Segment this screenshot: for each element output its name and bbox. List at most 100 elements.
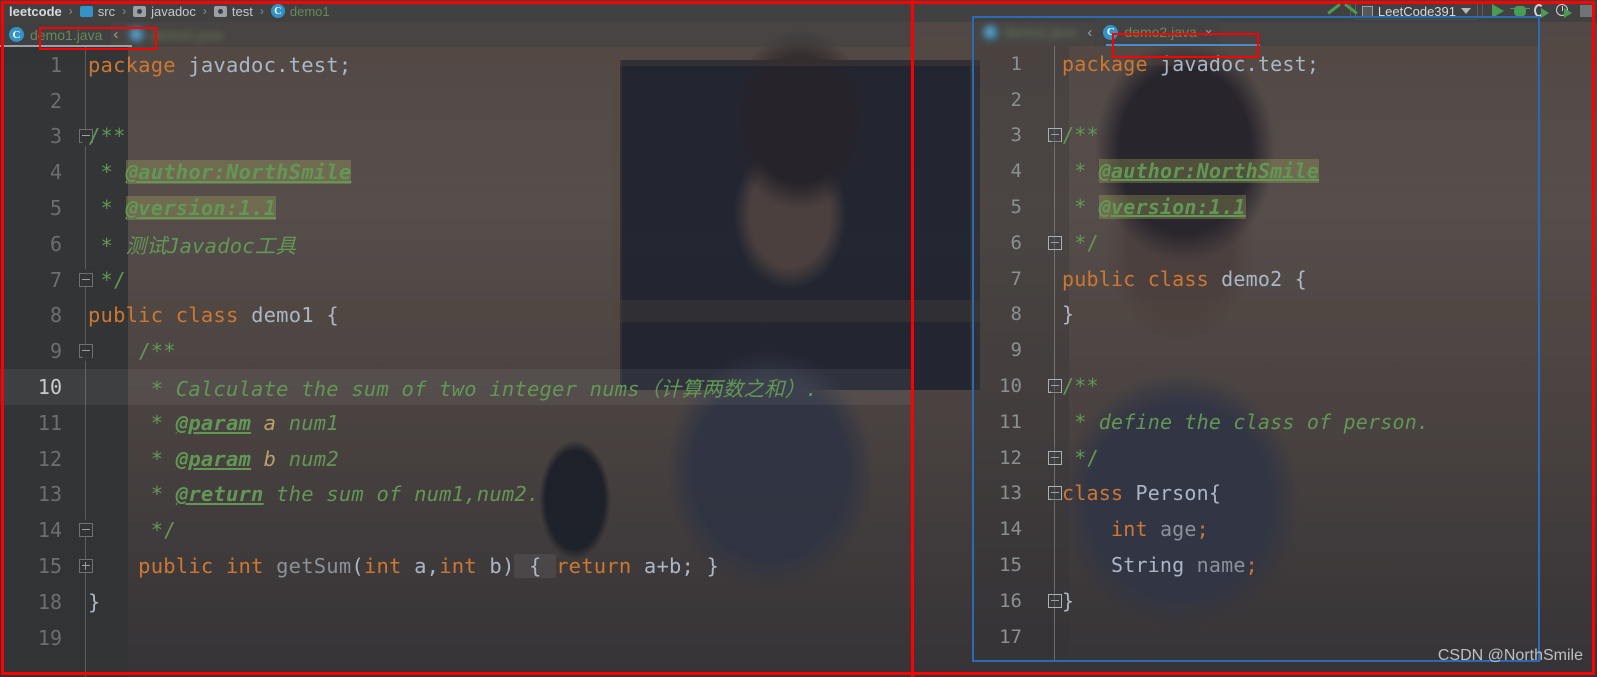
code-line[interactable]: 4 * @author:NorthSmile [974,153,1538,189]
code-line[interactable]: 15 String name; [974,547,1538,583]
breadcrumb-item-src[interactable]: src [77,4,118,19]
breadcrumb-label: demo1 [289,3,330,19]
code-line[interactable]: 12 */ [974,440,1538,476]
code-line[interactable]: 4 * @author:NorthSmile [0,154,912,190]
tab-overflow-chevron[interactable]: ‹ [111,22,120,47]
code-text: String name; [1062,553,1258,577]
tab-label: demo2.java [1124,24,1197,40]
tab-demo2-java[interactable]: C demo2.java × [1094,18,1222,46]
code-line[interactable]: 9 /** [0,333,912,369]
code-token: define the class of person. [1098,409,1430,434]
code-line[interactable]: 15 public int getSum(int a,int b) { retu… [0,548,912,584]
code-line[interactable]: 6 */ [974,225,1538,261]
code-line[interactable]: 19 [0,620,912,656]
code-line[interactable]: 3 /** [0,119,912,155]
tab-demo2-java-inactive[interactable]: C demo2.java [120,22,231,47]
code-token: @author:NorthSmile [1098,159,1320,184]
editor-tab-bar: C demo1.java ‹ C demo2.java [0,22,912,47]
fold-marker-end[interactable] [1048,450,1062,465]
code-text: * @version:1.1 [88,196,277,221]
line-number: 1 [1010,52,1022,75]
line-number: 3 [49,124,62,149]
code-line[interactable]: 7 */ [0,262,912,298]
fold-marker-end[interactable] [1048,593,1062,608]
code-line[interactable]: 13 class Person{ [974,476,1538,512]
line-number: 8 [49,303,62,328]
breadcrumb-item-javadoc[interactable]: javadoc [130,4,199,19]
code-editor-demo1[interactable]: 1 package javadoc.test; 2 3 /** 4 * @author:N… [0,47,912,677]
code-line[interactable]: 16} [974,583,1538,619]
breadcrumb-item-project[interactable]: leetcode [6,4,65,19]
code-token: @param [175,410,252,435]
code-line[interactable]: 1 package javadoc.test; [0,47,912,83]
code-text: * @return the sum of num1,num2. [88,482,540,506]
fold-marker-end[interactable] [1048,235,1062,250]
code-line[interactable]: 1 package javadoc.test; [974,46,1538,82]
code-line[interactable]: 10 /** [974,368,1538,404]
code-text: int age; [1062,517,1209,541]
code-token: @param [175,446,252,471]
line-number: 9 [1010,339,1022,362]
code-line[interactable]: 14 */ [0,512,912,548]
line-number: 7 [49,267,62,292]
line-number: 18 [37,589,62,614]
code-editor-demo2[interactable]: 1 package javadoc.test; 2 3 /** 4 * @author:N… [974,46,1538,660]
code-line[interactable]: 8 public class demo1 { [0,298,912,334]
line-number: 12 [999,446,1022,469]
code-text: public class demo2 { [1062,267,1307,291]
fold-marker-start[interactable] [1048,379,1062,394]
code-token: ; [1196,517,1209,542]
breadcrumb-label: leetcode [9,3,62,19]
code-line[interactable]: 11 * @param a num1 [0,405,912,441]
floating-editor-window-demo2[interactable]: C demo1.java ‹ C demo2.java × 1 package j… [972,16,1540,662]
code-line[interactable]: 2 [0,83,912,119]
code-line[interactable]: 10 * Calculate the sum of two integer nu… [0,369,912,405]
code-token: package [1062,51,1160,76]
fold-marker-start[interactable] [1048,128,1062,143]
code-token: * [1062,195,1099,220]
code-token: a [251,410,277,435]
code-line[interactable]: 3 /** [974,118,1538,154]
code-token: /** [88,124,126,149]
split-divider-line [911,0,914,677]
code-text: */ [88,268,126,292]
chevron-down-icon [1461,8,1471,14]
breadcrumb-item-test[interactable]: test [211,4,256,19]
line-number: 14 [37,518,62,543]
code-line[interactable]: 5 * @version:1.1 [0,190,912,226]
breadcrumb-item-demo1[interactable]: C demo1 [268,4,333,19]
code-line[interactable]: 18} [0,584,912,620]
fold-marker-start[interactable] [1048,486,1062,501]
tab-demo1-java[interactable]: C demo1.java [0,22,112,47]
code-line[interactable]: 11 * define the class of person. [974,404,1538,440]
profiler-icon [1555,4,1573,18]
active-tab-underline [0,45,132,47]
profile-button[interactable] [1553,1,1575,21]
code-line[interactable]: 5 * @version:1.1 [974,189,1538,225]
code-line[interactable]: 6 * 测试Javadoc工具 [0,226,912,262]
code-token: public [88,303,176,328]
code-token: @return [175,482,264,507]
code-line[interactable]: 7 public class demo2 { [974,261,1538,297]
folder-icon [79,5,93,17]
bug-icon [1510,5,1530,17]
code-line[interactable]: 12 * @param b num2 [0,441,912,477]
breadcrumb-separator: › [122,4,127,18]
line-number: 6 [1010,231,1022,254]
tab-demo1-java-inactive[interactable]: C demo1.java [974,18,1085,46]
tab-overflow-chevron[interactable]: ‹ [1085,18,1094,46]
code-line[interactable]: 8} [974,297,1538,333]
line-number: 3 [1010,124,1022,147]
code-line[interactable]: 14 int age; [974,511,1538,547]
code-token: num2 [276,446,339,471]
stop-button[interactable] [1575,1,1597,21]
code-line[interactable]: 9 [974,332,1538,368]
code-line[interactable]: 13 * @return the sum of num1,num2. [0,477,912,513]
line-number: 14 [999,518,1022,541]
close-icon[interactable]: × [1205,25,1213,40]
code-line[interactable]: 2 [974,82,1538,118]
code-token: age [1159,517,1197,542]
code-text: /** [1062,123,1099,147]
code-text: * 测试Javadoc工具 [88,229,297,259]
code-token: a [414,554,427,579]
